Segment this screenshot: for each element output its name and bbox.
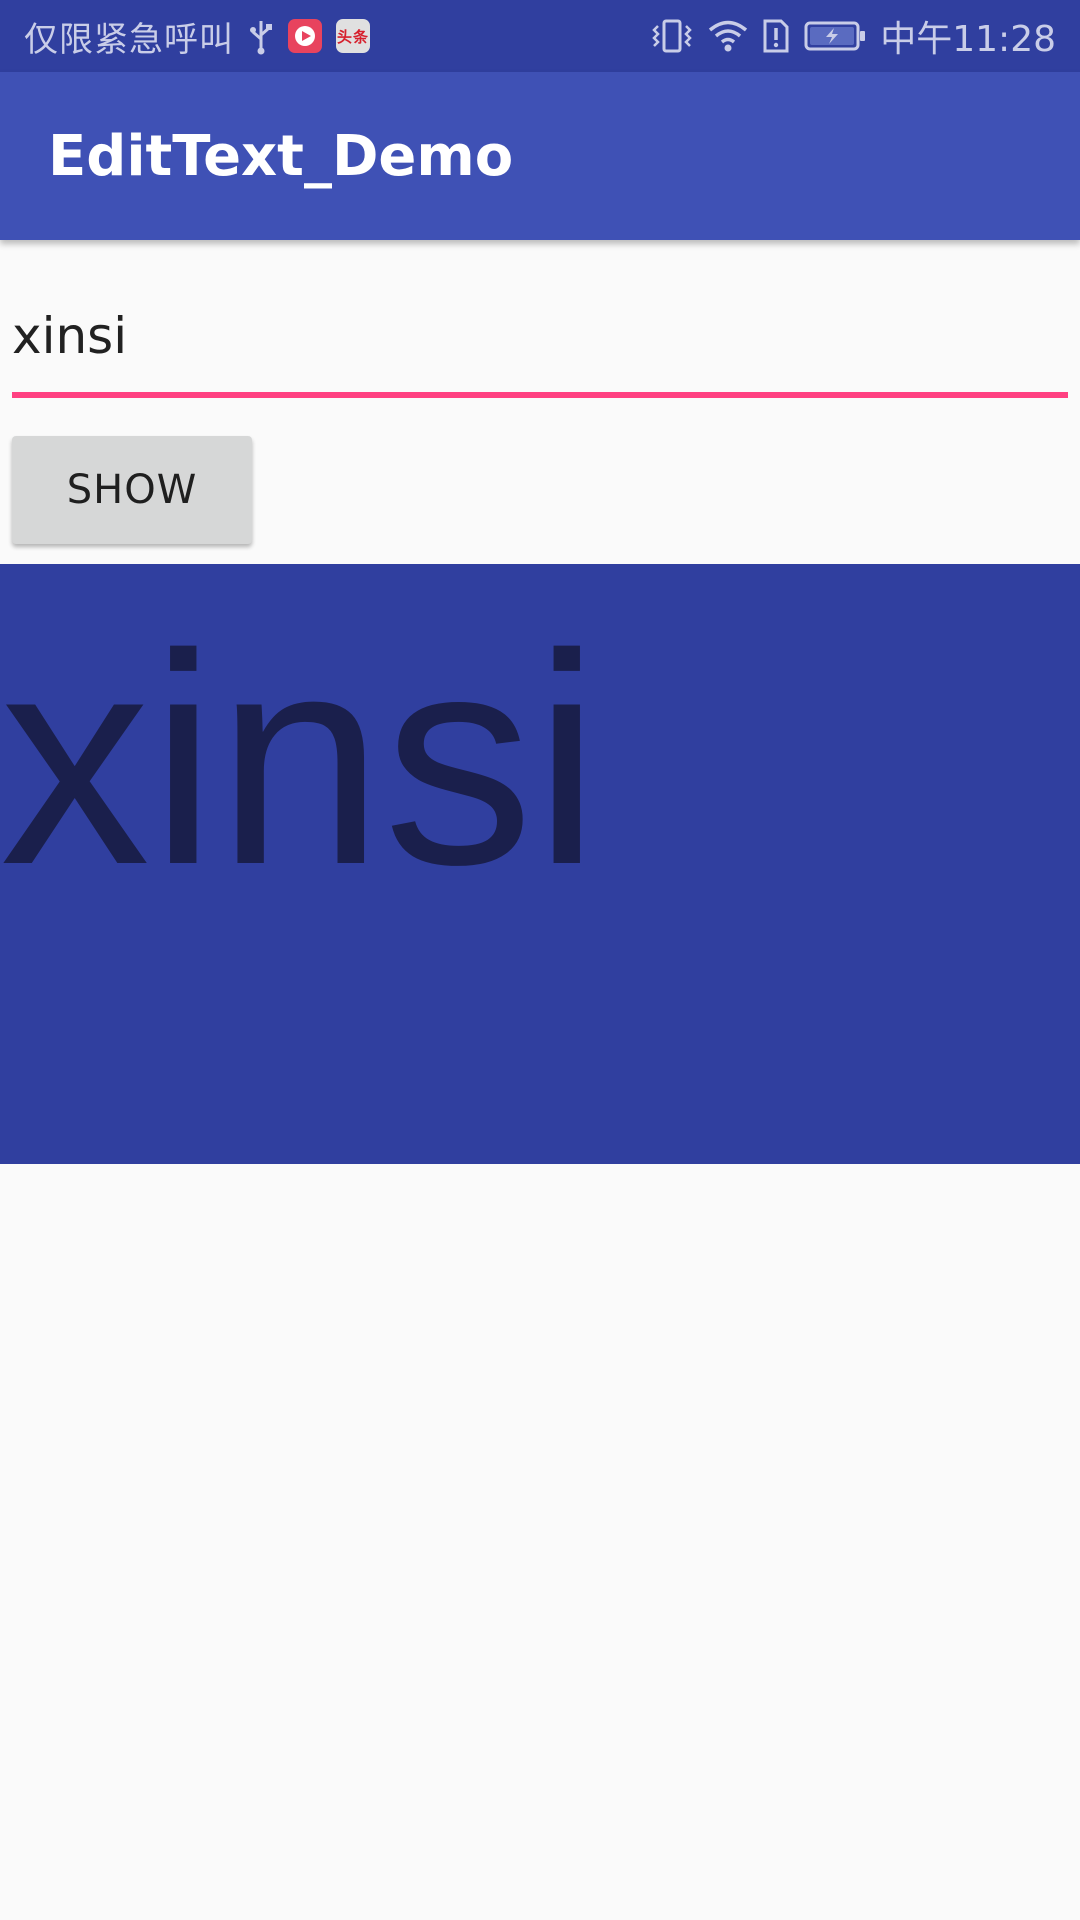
status-bar: 仅限紧急呼叫 头条 中午11:28 xyxy=(0,0,1080,72)
edit-text-underline xyxy=(12,392,1068,398)
app-title: EditText_Demo xyxy=(48,123,514,189)
carrier-text: 仅限紧急呼叫 xyxy=(24,19,234,60)
status-right: 中午11:28 xyxy=(650,0,1056,72)
vibrate-icon xyxy=(650,18,694,54)
battery-charging-icon xyxy=(804,20,866,52)
edit-text-container xyxy=(12,280,1068,400)
sim-alert-icon xyxy=(762,18,790,54)
display-text: xinsi xyxy=(0,591,601,927)
news-app-icon: 头条 xyxy=(336,19,370,53)
edit-text-input[interactable] xyxy=(12,280,1068,392)
wifi-icon xyxy=(708,19,748,53)
status-left: 仅限紧急呼叫 头条 xyxy=(24,0,384,72)
usb-icon xyxy=(248,17,274,55)
show-button[interactable]: SHOW xyxy=(12,436,252,544)
video-app-icon xyxy=(288,19,322,53)
app-bar: EditText_Demo xyxy=(0,72,1080,240)
display-area: xinsi xyxy=(0,564,1080,1164)
status-time: 中午11:28 xyxy=(880,19,1056,60)
